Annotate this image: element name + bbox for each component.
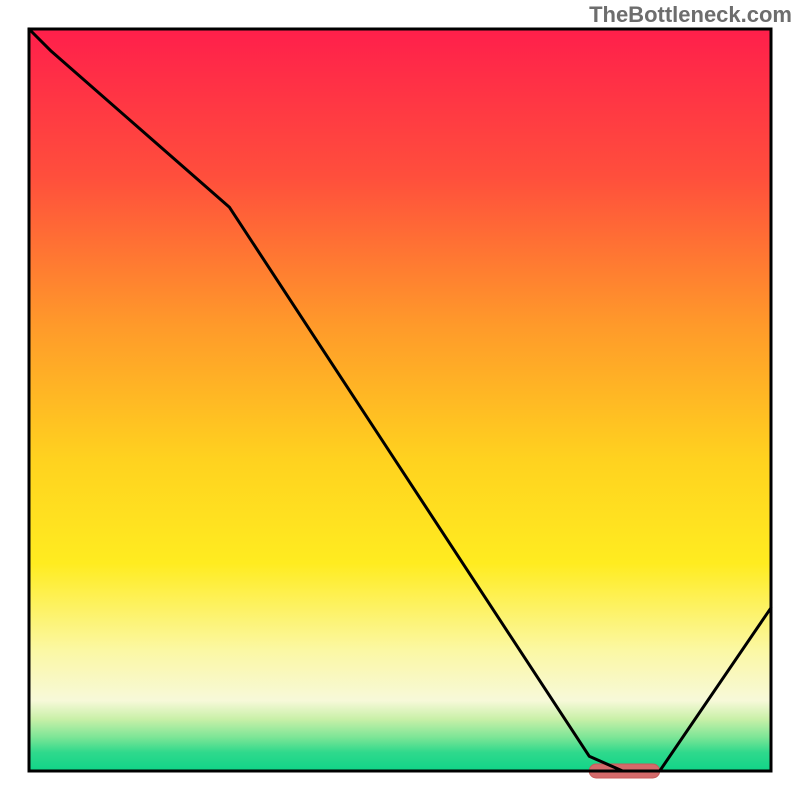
watermark-text: TheBottleneck.com <box>589 2 792 28</box>
chart-svg <box>0 0 800 800</box>
bottleneck-curve-chart: TheBottleneck.com <box>0 0 800 800</box>
plot-background <box>29 29 771 771</box>
